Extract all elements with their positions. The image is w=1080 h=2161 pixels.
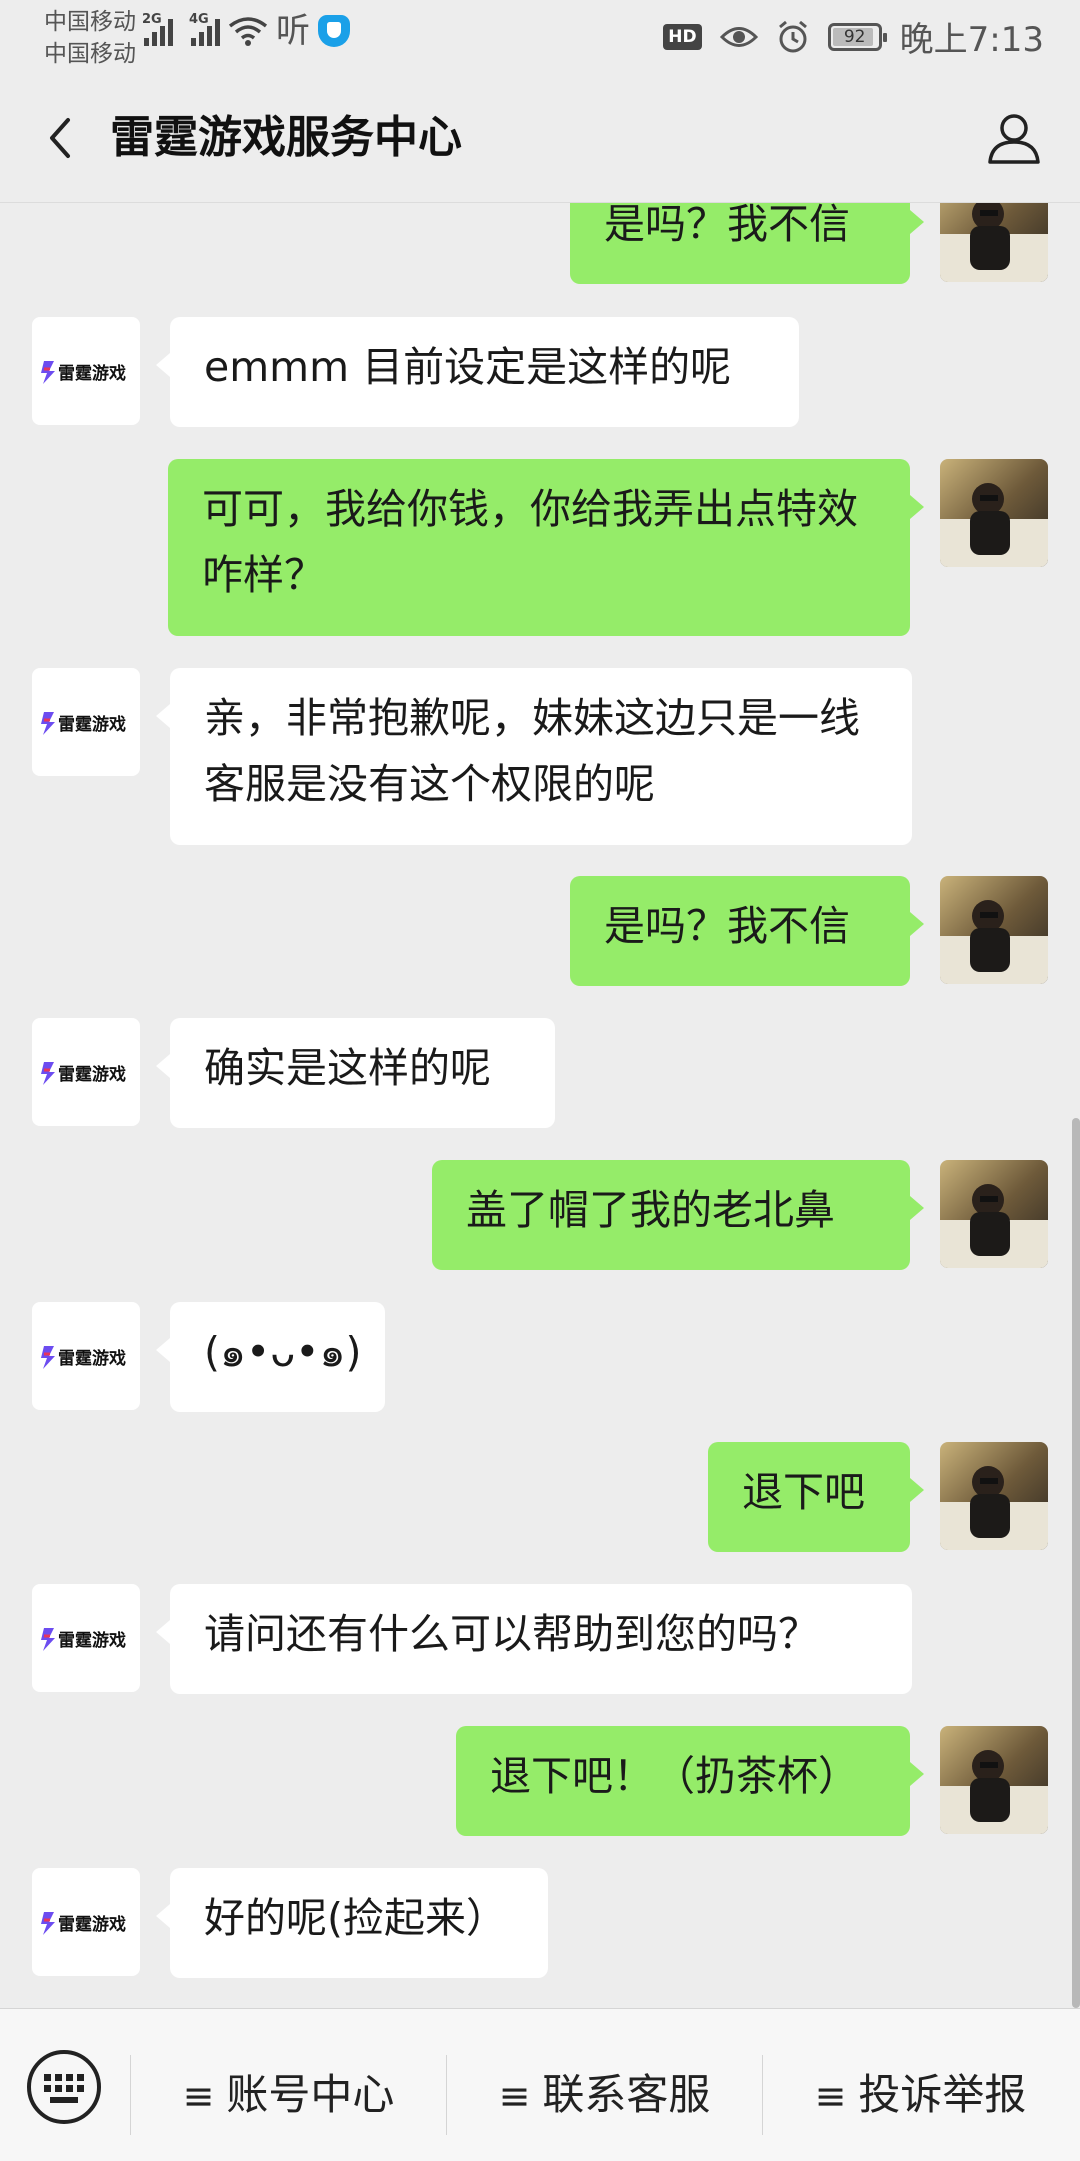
status-right: HD 92 晚上7:13 <box>663 12 1044 61</box>
net-4g-label: 4G <box>189 12 209 27</box>
leiting-logo-icon: 雷霆游戏 <box>41 1628 126 1651</box>
signal-4g-icon: 4G <box>189 12 220 46</box>
service-avatar[interactable]: 雷霆游戏 <box>32 317 140 425</box>
carrier-2: 中国移动 <box>44 41 136 67</box>
net-2g-label: 2G <box>142 12 162 27</box>
carrier-labels: 中国移动 中国移动 <box>44 6 136 70</box>
eye-icon <box>719 26 758 47</box>
user-bubble[interactable]: 是吗？我不信 <box>570 202 924 284</box>
menu-label: 投诉举报 <box>858 2070 1027 2119</box>
service-bubble[interactable]: emmm 目前设定是这样的呢 <box>156 317 799 427</box>
listen-app-icon: 听 <box>276 11 310 51</box>
service-logo-text: 雷霆游戏 <box>58 363 126 384</box>
leiting-logo-icon: 雷霆游戏 <box>41 1912 126 1935</box>
service-avatar[interactable]: 雷霆游戏 <box>32 1302 140 1410</box>
service-logo-text: 雷霆游戏 <box>58 1914 126 1935</box>
service-avatar[interactable]: 雷霆游戏 <box>32 1868 140 1976</box>
menu-contact-service[interactable]: ≡ 联系客服 <box>447 2053 762 2137</box>
service-bubble[interactable]: 好的呢(捡起来） <box>156 1868 548 1978</box>
menu-complaint-report[interactable]: ≡ 投诉举报 <box>763 2053 1078 2137</box>
user-avatar[interactable] <box>940 459 1048 567</box>
user-avatar[interactable] <box>940 1442 1048 1550</box>
service-avatar[interactable]: 雷霆游戏 <box>32 1018 140 1126</box>
menu-list-icon: ≡ <box>182 2074 215 2118</box>
service-avatar[interactable]: 雷霆游戏 <box>32 1584 140 1692</box>
user-bubble[interactable]: 退下吧！（扔茶杯） <box>456 1726 924 1836</box>
leiting-logo-icon: 雷霆游戏 <box>41 1062 126 1085</box>
bottom-menu-bar: ≡ 账号中心 ≡ 联系客服 ≡ 投诉举报 <box>0 2008 1080 2161</box>
clock-time: 晚上7:13 <box>899 20 1044 60</box>
profile-icon[interactable] <box>984 108 1044 168</box>
chat-scrollbar[interactable] <box>1072 1118 1080 2008</box>
battery-icon: 92 <box>827 22 887 51</box>
carrier-1: 中国移动 <box>44 9 136 35</box>
page-title: 雷霆游戏服务中心 <box>110 112 462 163</box>
chat-header: 雷霆游戏服务中心 <box>0 72 1080 203</box>
status-bar: 中国移动 中国移动 2G 4G 听 HD 92 晚上7:13 <box>0 0 1080 72</box>
service-bubble[interactable]: 请问还有什么可以帮助到您的吗？ <box>156 1584 912 1694</box>
signal-2g-icon: 2G <box>142 12 173 46</box>
menu-account-center[interactable]: ≡ 账号中心 <box>131 2053 446 2137</box>
service-logo-text: 雷霆游戏 <box>58 1630 126 1651</box>
wifi-icon <box>228 17 268 46</box>
user-avatar[interactable] <box>940 1160 1048 1268</box>
user-bubble[interactable]: 是吗？我不信 <box>570 876 924 986</box>
chat-message-list[interactable]: 是吗？我不信 雷霆游戏 emmm 目前设定是这样的呢 可可，我给你钱，你给我弄出… <box>0 202 1080 2008</box>
user-bubble[interactable]: 盖了帽了我的老北鼻 <box>432 1160 924 1270</box>
user-bubble[interactable]: 退下吧 <box>708 1442 924 1552</box>
shield-icon <box>318 15 350 47</box>
service-avatar[interactable]: 雷霆游戏 <box>32 668 140 776</box>
service-logo-text: 雷霆游戏 <box>58 714 126 735</box>
user-bubble[interactable]: 可可，我给你钱，你给我弄出点特效咋样？ <box>168 459 924 636</box>
alarm-icon <box>778 20 807 52</box>
menu-list-icon: ≡ <box>814 2074 847 2118</box>
leiting-logo-icon: 雷霆游戏 <box>41 361 126 384</box>
network-icons: 2G 4G 听 <box>142 11 350 51</box>
service-bubble[interactable]: 亲，非常抱歉呢，妹妹这边只是一线客服是没有这个权限的呢 <box>156 668 912 845</box>
user-avatar[interactable] <box>940 876 1048 984</box>
user-avatar[interactable] <box>940 202 1048 282</box>
service-logo-text: 雷霆游戏 <box>58 1348 126 1369</box>
battery-level: 92 <box>843 26 866 47</box>
menu-list-icon: ≡ <box>498 2074 531 2118</box>
leiting-logo-icon: 雷霆游戏 <box>41 712 126 735</box>
menu-label: 账号中心 <box>226 2070 395 2119</box>
service-bubble[interactable]: (๑•ᴗ•๑) <box>156 1302 385 1412</box>
user-avatar[interactable] <box>940 1726 1048 1834</box>
keyboard-icon[interactable] <box>24 2047 104 2127</box>
menu-label: 联系客服 <box>542 2070 711 2119</box>
service-bubble[interactable]: 确实是这样的呢 <box>156 1018 555 1128</box>
hd-badge: HD <box>663 23 702 50</box>
back-arrow-icon[interactable] <box>40 116 84 160</box>
service-logo-text: 雷霆游戏 <box>58 1064 126 1085</box>
leiting-logo-icon: 雷霆游戏 <box>41 1346 126 1369</box>
